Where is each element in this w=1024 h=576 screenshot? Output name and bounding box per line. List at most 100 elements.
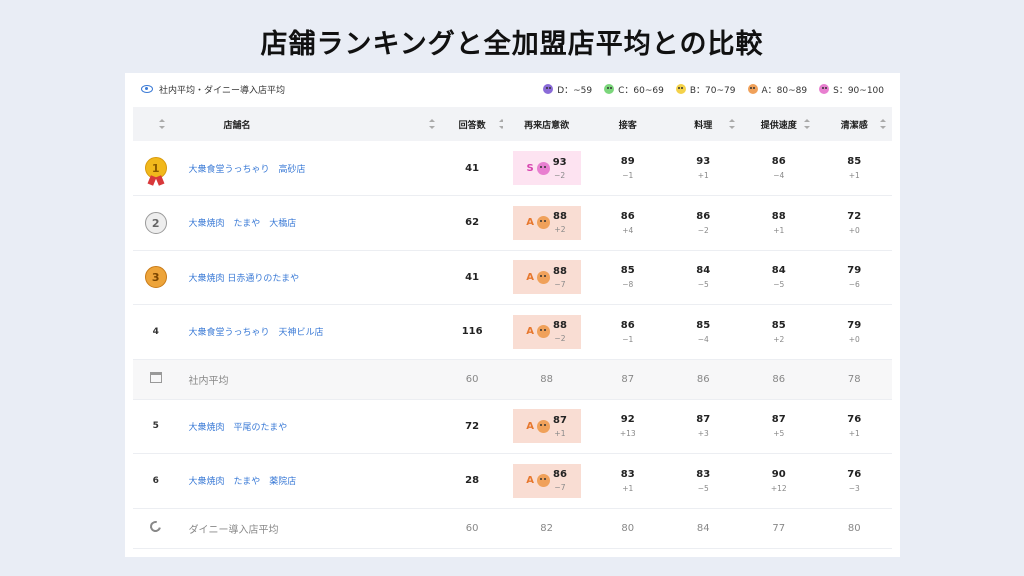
intent-values: 86 −7 bbox=[553, 469, 567, 492]
grade-face-icon bbox=[536, 325, 550, 339]
column-header-answers[interactable]: 回答数 bbox=[441, 107, 506, 141]
table-row[interactable]: 1 大衆食堂うっちゃり 高砂店 41 S 93 −2 89 −1 93 +1 86 −4 85 +1 bbox=[133, 141, 892, 196]
metric-cell: 86 −1 bbox=[590, 304, 666, 360]
metric-cell: 92 +13 bbox=[590, 399, 666, 454]
metric-delta: −5 bbox=[697, 280, 709, 290]
table-row[interactable]: 2 大衆焼肉 たまや 大橋店 62 A 88 +2 86 +4 86 −2 88 +1 72 +0 bbox=[133, 195, 892, 251]
metric-average: 86 bbox=[696, 373, 710, 385]
metric-average: 80 bbox=[847, 522, 861, 534]
metric-cell: 86 bbox=[740, 359, 817, 400]
column-header-store-name[interactable]: 店舗名 bbox=[178, 107, 442, 141]
store-name-link[interactable]: 大衆食堂うっちゃり 天神ビル店 bbox=[178, 304, 442, 360]
average-label: 社内平均 bbox=[178, 359, 442, 400]
grade-letter: A bbox=[526, 271, 534, 283]
store-name-link[interactable]: 大衆焼肉 平尾のたまや bbox=[178, 399, 442, 454]
rank-cell: 5 bbox=[133, 399, 179, 454]
metric-cell: 84 bbox=[665, 508, 741, 549]
metric-score: 72 bbox=[847, 210, 862, 222]
metric-average: 86 bbox=[772, 373, 786, 385]
legend-item-d: D：~59 bbox=[543, 83, 592, 96]
metric-score: 83 bbox=[620, 468, 635, 480]
grade-face-icon bbox=[819, 84, 830, 94]
metric-cell: 85 +1 bbox=[816, 141, 892, 196]
intent-delta: −7 bbox=[554, 279, 566, 289]
metric-cell: 83 +1 bbox=[590, 453, 666, 509]
metric-cell: 93 +1 bbox=[665, 141, 741, 196]
revisit-intent-cell: 88 bbox=[503, 359, 591, 400]
metric-score: 87 bbox=[771, 414, 786, 426]
ring-icon bbox=[148, 518, 164, 535]
grade-badge: A 88 −7 bbox=[512, 260, 581, 295]
store-name-link[interactable]: 大衆焼肉 たまや 大橋店 bbox=[178, 195, 442, 251]
metric-delta: +1 bbox=[622, 483, 634, 493]
metric-score: 85 bbox=[771, 319, 786, 331]
grade-letter: A bbox=[526, 326, 534, 338]
metric-cell: 83 −5 bbox=[665, 453, 741, 509]
metric-cell: 89 −1 bbox=[590, 141, 666, 196]
table-row[interactable]: 5 大衆焼肉 平尾のたまや 72 A 87 +1 92 +13 87 +3 87 +5 76 +1 bbox=[133, 399, 892, 454]
column-header-service[interactable]: 接客 bbox=[590, 107, 666, 141]
metric-delta: −1 bbox=[622, 171, 634, 180]
metric-cell: 72 +0 bbox=[816, 195, 892, 251]
metric-delta: −4 bbox=[773, 171, 785, 180]
legend-item-label: A：80~89 bbox=[761, 85, 808, 96]
grade-face-icon bbox=[604, 84, 615, 94]
store-name-link[interactable]: 大衆食堂うっちゃり 高砂店 bbox=[178, 141, 442, 196]
column-header-food[interactable]: 料理 bbox=[665, 107, 741, 141]
header-label: 接客 bbox=[618, 120, 637, 131]
table-row[interactable]: 4 大衆食堂うっちゃり 天神ビル店 116 A 88 −2 86 −1 85 −4 85 +2 79 +0 bbox=[133, 304, 892, 360]
metric-delta: +3 bbox=[697, 429, 709, 439]
column-header-speed[interactable]: 提供速度 bbox=[740, 107, 817, 141]
metric-delta: −2 bbox=[697, 225, 709, 235]
grade-badge: S 93 −2 bbox=[512, 151, 581, 185]
store-name-link[interactable]: 大衆焼肉 たまや 薬院店 bbox=[178, 453, 442, 509]
answer-count: 62 bbox=[441, 195, 504, 251]
table-header: 店舗名 回答数 再来店意欲 接客 料理 提供速度 清潔感 bbox=[133, 107, 892, 141]
legend-item-label: C：60~69 bbox=[618, 85, 664, 96]
table-row[interactable]: 6 大衆焼肉 たまや 薬院店 28 A 86 −7 83 +1 83 −5 90 +12 76 −3 bbox=[133, 453, 892, 509]
ribbon-shape bbox=[155, 175, 165, 186]
revisit-intent-cell: A 87 +1 bbox=[503, 399, 591, 454]
column-header-cleanliness[interactable]: 清潔感 bbox=[816, 107, 892, 141]
grade-face-icon bbox=[536, 161, 550, 175]
column-header-revisit[interactable]: 再来店意欲 bbox=[503, 107, 591, 141]
metric-cell: 79 −6 bbox=[816, 250, 892, 305]
header-label: 回答数 bbox=[458, 120, 486, 131]
sort-icon bbox=[804, 119, 811, 129]
answer-count: 60 bbox=[441, 359, 504, 400]
grade-face-icon bbox=[747, 84, 758, 94]
metric-delta: +12 bbox=[770, 483, 787, 493]
metric-delta: +4 bbox=[622, 225, 634, 235]
table-row[interactable]: 3 大衆焼肉 日赤通りのたまや 41 A 88 −7 85 −8 84 −5 84 −5 79 −6 bbox=[133, 250, 892, 305]
sort-icon bbox=[880, 119, 886, 129]
metric-score: 84 bbox=[771, 265, 786, 277]
metric-score: 84 bbox=[696, 265, 711, 277]
store-name-link[interactable]: 大衆焼肉 日赤通りのたまや bbox=[178, 250, 442, 305]
metric-average: 87 bbox=[621, 373, 635, 385]
sort-icon bbox=[159, 119, 165, 129]
metric-cell: 80 bbox=[590, 508, 666, 549]
header-label: 再来店意欲 bbox=[524, 120, 570, 131]
metric-delta: +1 bbox=[848, 429, 860, 439]
metric-cell: 85 +2 bbox=[740, 304, 817, 360]
legend-item-label: D：~59 bbox=[557, 85, 593, 96]
rank-number: 5 bbox=[152, 421, 159, 432]
metric-delta: −1 bbox=[622, 334, 634, 344]
average-row[interactable]: ダイニー導入店平均 60 82 80 84 77 80 bbox=[133, 508, 892, 549]
header-label: 提供速度 bbox=[760, 120, 797, 131]
intent-score: 88 bbox=[552, 265, 567, 277]
metric-score: 88 bbox=[771, 210, 786, 222]
metric-cell: 78 bbox=[816, 359, 892, 400]
intent-delta: −7 bbox=[554, 483, 566, 493]
medal-rank-number: 1 bbox=[151, 162, 160, 175]
legend-item-b: B：70~79 bbox=[675, 83, 736, 96]
metric-score: 89 bbox=[620, 156, 635, 167]
average-row[interactable]: 社内平均 60 88 87 86 86 78 bbox=[133, 359, 892, 400]
metric-score: 76 bbox=[847, 414, 862, 426]
medal-rank-number: 3 bbox=[151, 271, 160, 285]
metric-score: 90 bbox=[771, 468, 786, 480]
shop-icon bbox=[149, 372, 162, 383]
metric-score: 86 bbox=[771, 156, 786, 167]
rank-header[interactable] bbox=[133, 107, 179, 141]
metric-cell: 79 +0 bbox=[816, 304, 892, 360]
